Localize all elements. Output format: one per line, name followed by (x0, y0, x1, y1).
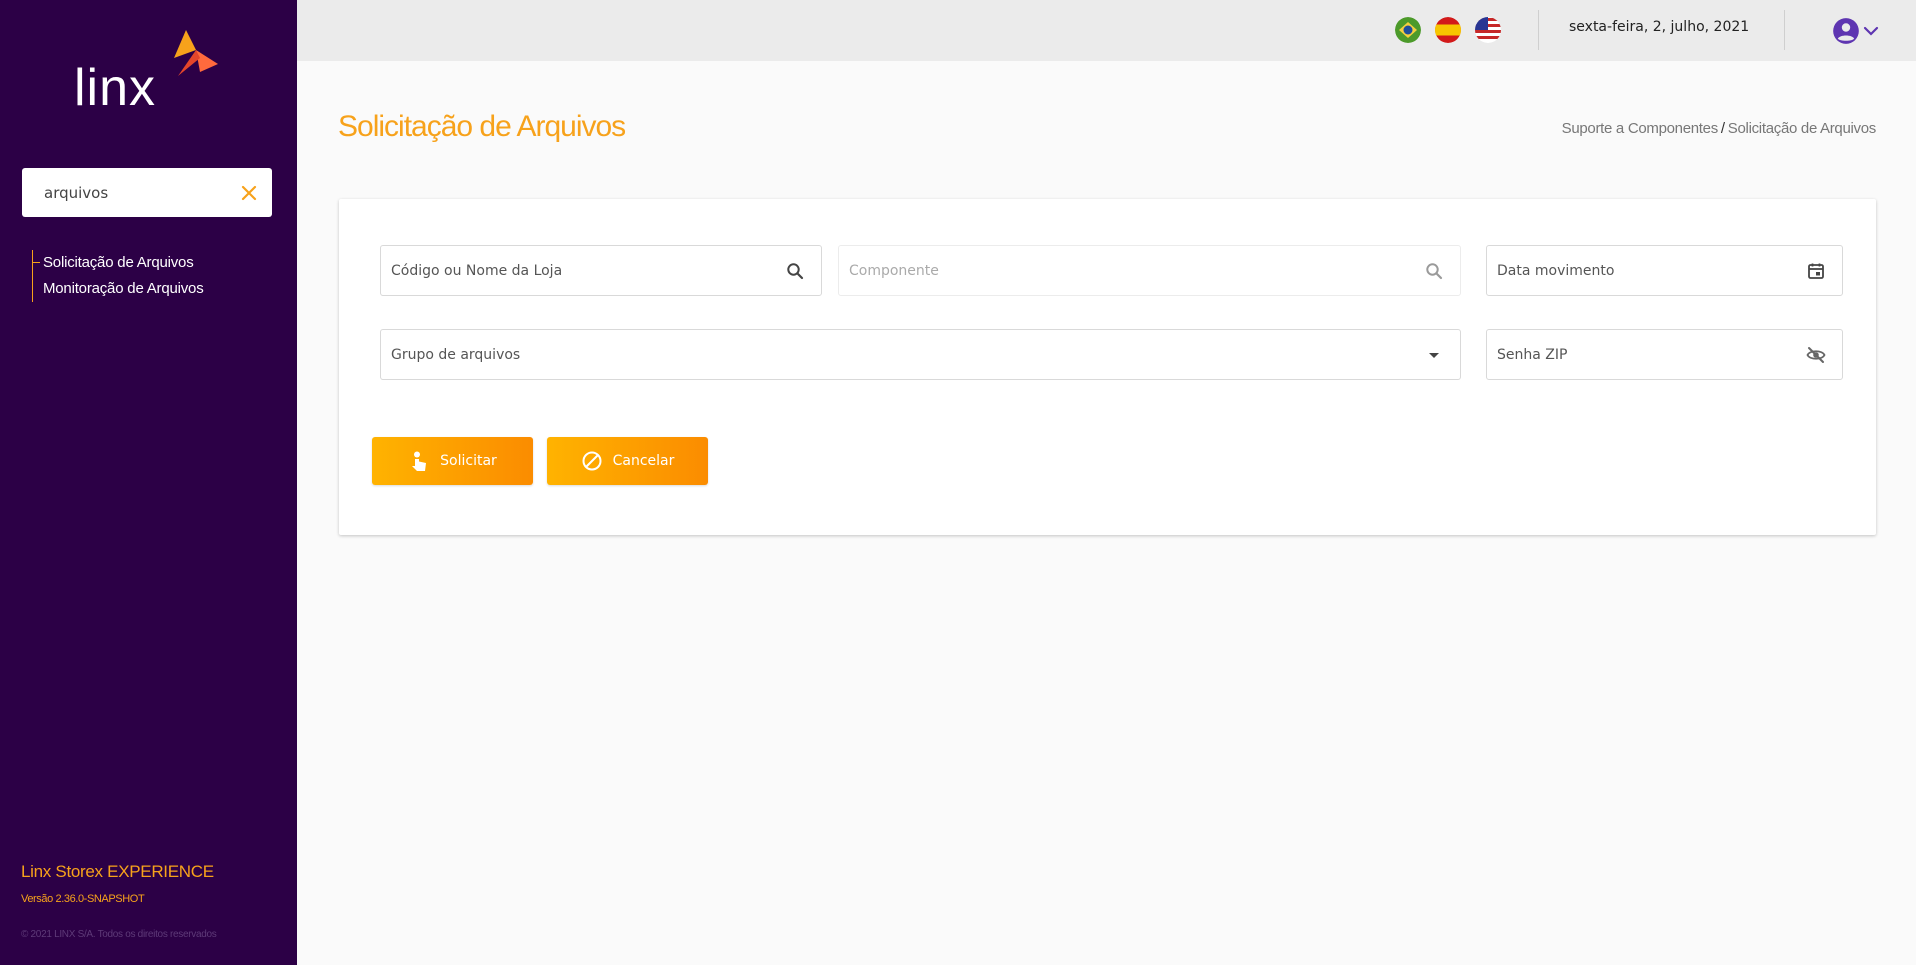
logo-text: linx (74, 59, 157, 117)
sidebar-item-monitoracao-arquivos[interactable]: Monitoração de Arquivos (33, 276, 204, 302)
submit-button[interactable]: Solicitar (372, 437, 533, 485)
sidebar-menu: Solicitação de Arquivos Monitoração de A… (32, 250, 204, 302)
usa-flag-icon[interactable] (1475, 17, 1501, 43)
chevron-down-icon (1863, 26, 1879, 36)
cancel-button[interactable]: Cancelar (547, 437, 708, 485)
store-input[interactable] (391, 262, 783, 279)
sidebar: linx Solicitação de Arquivos Monitoração… (0, 0, 297, 965)
menu-search (22, 168, 272, 217)
page-title: Solicitação de Arquivos (338, 110, 626, 143)
block-icon (581, 450, 603, 472)
cancel-label: Cancelar (612, 453, 675, 469)
user-menu[interactable] (1832, 16, 1884, 46)
component-field (838, 245, 1461, 296)
brazil-flag-icon[interactable] (1395, 17, 1421, 43)
zip-password-field (1486, 329, 1843, 380)
spain-flag-icon[interactable] (1435, 17, 1461, 43)
account-circle-icon (1833, 18, 1859, 44)
search-icon (1422, 259, 1446, 283)
copyright: © 2021 LINX S/A. Todos os direitos reser… (21, 929, 217, 940)
submit-label: Solicitar (440, 453, 497, 469)
linx-logo[interactable]: linx (74, 28, 224, 118)
topbar-divider (1784, 10, 1785, 50)
breadcrumb-separator: / (1720, 120, 1725, 137)
date-input[interactable] (1497, 262, 1804, 279)
menu-search-input[interactable] (44, 183, 238, 202)
topbar-divider (1538, 10, 1539, 50)
request-form-card: Grupo de arquivos Solicitar Cancelar (339, 199, 1876, 535)
file-group-placeholder: Grupo de arquivos (391, 346, 521, 363)
product-version: Versão 2.36.0-SNAPSHOT (21, 893, 145, 905)
linx-mark-icon (174, 30, 218, 76)
breadcrumb: Suporte a Componentes / Solicitação de Arq… (1562, 120, 1877, 137)
dropdown-arrow-icon (1422, 343, 1446, 367)
touch-icon (408, 450, 430, 472)
breadcrumb-parent[interactable]: Suporte a Componentes (1562, 120, 1719, 137)
sidebar-item-solicitacao-arquivos[interactable]: Solicitação de Arquivos (33, 250, 204, 276)
date-field (1486, 245, 1843, 296)
topbar: sexta-feira, 2, julho, 2021 (297, 0, 1916, 61)
component-input[interactable] (849, 262, 1422, 279)
breadcrumb-current: Solicitação de Arquivos (1727, 120, 1877, 137)
search-icon[interactable] (783, 259, 807, 283)
current-date: sexta-feira, 2, julho, 2021 (1569, 19, 1750, 35)
file-group-select[interactable]: Grupo de arquivos (380, 329, 1461, 380)
calendar-icon[interactable] (1804, 259, 1828, 283)
clear-icon[interactable] (238, 182, 260, 204)
store-field (380, 245, 822, 296)
product-name: Linx Storex EXPERIENCE (21, 862, 214, 881)
zip-password-input[interactable] (1497, 346, 1804, 363)
visibility-off-icon[interactable] (1804, 343, 1828, 367)
